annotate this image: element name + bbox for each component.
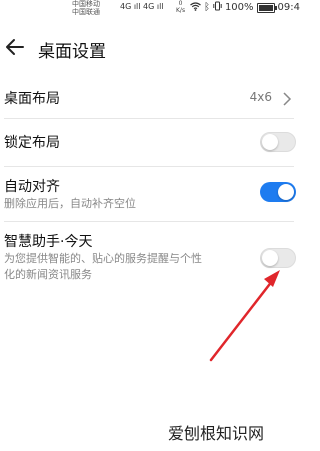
clock: 09:4 bbox=[277, 2, 300, 13]
desktop-layout-label: 桌面布局 bbox=[4, 91, 60, 107]
setting-row-desktop-layout[interactable]: 桌面布局 4x6 bbox=[0, 80, 302, 116]
divider bbox=[4, 166, 294, 167]
signal-indicator: 4G ıll 4G ıll bbox=[120, 2, 164, 11]
smart-assistant-description-line2: 化的新闻资讯服务 bbox=[4, 268, 92, 281]
toggle-knob bbox=[278, 184, 294, 200]
back-arrow-icon[interactable] bbox=[4, 36, 26, 58]
chevron-right-icon bbox=[282, 91, 292, 106]
bluetooth-icon: ᛒ bbox=[203, 2, 210, 13]
lock-layout-label: 锁定布局 bbox=[4, 135, 60, 151]
divider bbox=[4, 221, 294, 222]
lock-layout-toggle[interactable] bbox=[260, 132, 296, 152]
network-speed: 0 K/s bbox=[176, 0, 185, 14]
divider bbox=[4, 118, 294, 119]
watermark-text: 爱刨根知识网 bbox=[168, 424, 265, 443]
setting-row-lock-layout[interactable]: 锁定布局 bbox=[0, 122, 302, 162]
setting-row-auto-align[interactable]: 自动对齐 删除应用后，自动补齐空位 bbox=[0, 170, 302, 218]
auto-align-description: 删除应用后，自动补齐空位 bbox=[4, 197, 136, 210]
setting-row-smart-assistant[interactable]: 智慧助手·今天 为您提供智能的、贴心的服务提醒与个性 化的新闻资讯服务 bbox=[0, 225, 302, 289]
smart-assistant-toggle[interactable] bbox=[260, 248, 296, 268]
smart-assistant-description-line1: 为您提供智能的、贴心的服务提醒与个性 bbox=[4, 252, 202, 265]
battery-icon bbox=[256, 2, 277, 13]
carrier-info: 中国移动 中国联通 bbox=[72, 0, 100, 16]
wifi-icon bbox=[190, 1, 201, 14]
vibrate-icon bbox=[213, 1, 222, 14]
status-bar: 中国移动 中国联通 4G ıll 4G ıll 0 K/s ᛒ 100% 09:… bbox=[0, 0, 302, 18]
status-right: ᛒ 100% 09:4 bbox=[190, 1, 300, 14]
page-header: 桌面设置 bbox=[0, 28, 302, 68]
toggle-knob bbox=[262, 250, 278, 266]
network-speed-unit: K/s bbox=[176, 7, 186, 14]
auto-align-toggle[interactable] bbox=[260, 182, 296, 202]
smart-assistant-label: 智慧助手·今天 bbox=[4, 234, 93, 250]
toggle-knob bbox=[262, 134, 278, 150]
page-title: 桌面设置 bbox=[38, 42, 106, 62]
network-speed-value: 0 bbox=[178, 0, 183, 7]
auto-align-label: 自动对齐 bbox=[4, 179, 60, 195]
battery-percent: 100% bbox=[224, 2, 254, 13]
carrier-1: 中国移动 bbox=[72, 0, 100, 8]
desktop-layout-value: 4x6 bbox=[249, 90, 272, 104]
carrier-2: 中国联通 bbox=[72, 8, 100, 16]
